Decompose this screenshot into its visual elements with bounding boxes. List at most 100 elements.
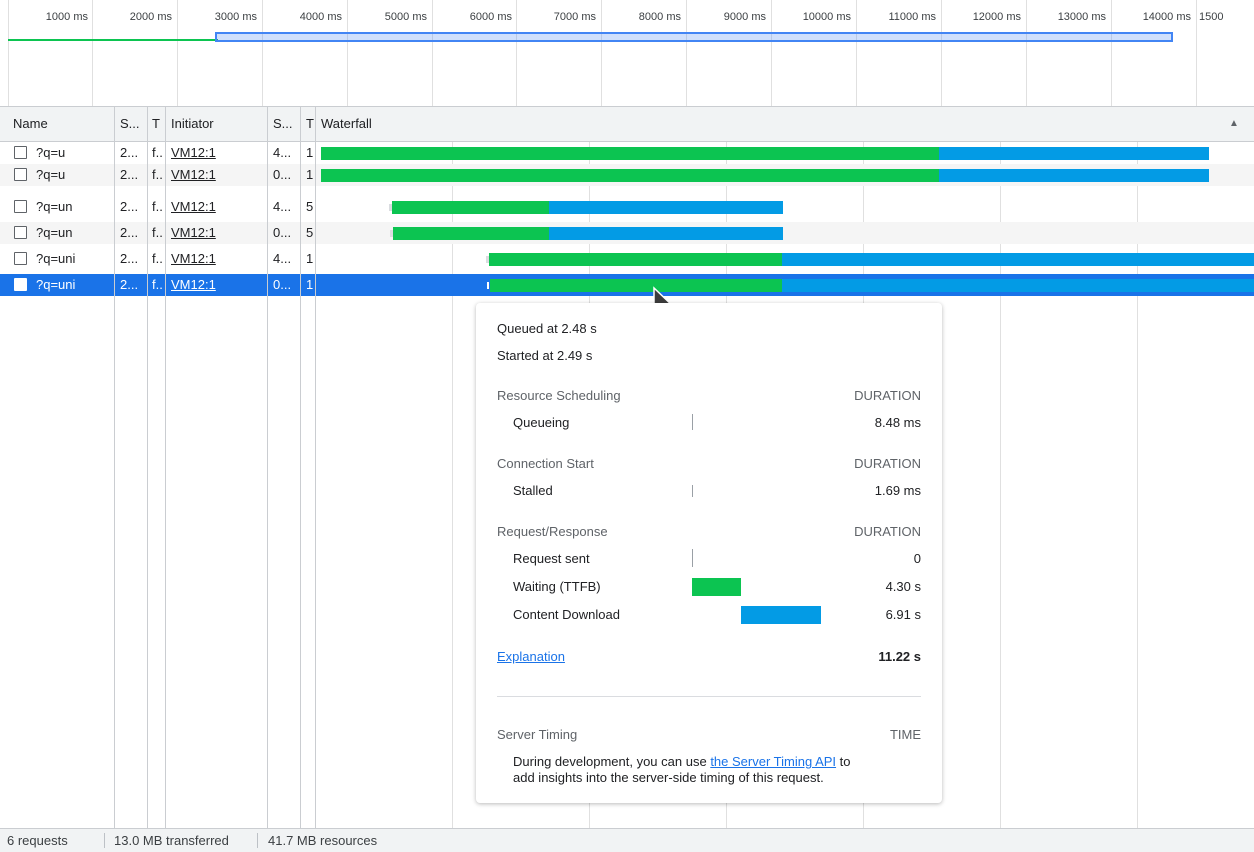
waiting-bar (489, 253, 782, 266)
column-header-status[interactable]: S... (120, 107, 146, 141)
initiator-link[interactable]: VM12:1 (171, 225, 216, 240)
server-timing-api-link[interactable]: the Server Timing API (710, 754, 836, 769)
status-bar: 6 requests 13.0 MB transferred 41.7 MB r… (0, 828, 1254, 852)
row-initiator[interactable]: VM12:1 (171, 196, 265, 218)
row-type: f... (152, 167, 164, 182)
row-size: 4... (273, 145, 292, 160)
download-bar (939, 169, 1209, 182)
row-checkbox[interactable] (14, 200, 27, 213)
row-name: ?q=u (36, 145, 66, 160)
download-duration-bar (741, 606, 821, 624)
row-status: 2... (120, 251, 139, 266)
triangle-up-icon[interactable]: ▲ (1229, 107, 1243, 141)
row-name: ?q=un (36, 199, 73, 214)
request-sent-marker (692, 549, 693, 567)
initiator-link[interactable]: VM12:1 (171, 277, 216, 292)
table-row[interactable]: ?q=un 2... f... VM12:1 4... 5 (0, 196, 1254, 218)
server-timing-time-header: TIME (889, 727, 921, 742)
overview-tick-label: 2000 ms (129, 11, 172, 23)
row-status: 2... (120, 277, 139, 292)
timing-tooltip: Queued at 2.48 s Started at 2.49 s Resou… (476, 303, 942, 803)
row-status: 2... (120, 145, 139, 160)
download-bar (549, 201, 783, 214)
row-size: 0... (273, 167, 292, 182)
timing-label-stalled: Stalled (513, 483, 553, 498)
column-divider[interactable] (300, 107, 301, 828)
column-header-initiator[interactable]: Initiator (171, 107, 265, 141)
server-timing-text-before: During development, you can use (513, 754, 707, 769)
waiting-duration-bar (692, 578, 741, 596)
table-row[interactable]: ?q=un 2... f... VM12:1 0... 5 (0, 222, 1254, 244)
duration-header: DURATION (854, 524, 921, 539)
waiting-bar (392, 201, 549, 214)
timing-value-stalled: 1.69 ms (874, 483, 921, 498)
initiator-link[interactable]: VM12:1 (171, 167, 216, 182)
row-status: 2... (120, 199, 139, 214)
explanation-link[interactable]: Explanation (497, 649, 565, 664)
request-count: 6 requests (7, 833, 68, 848)
section-title-request-response: Request/Response (497, 524, 608, 539)
row-checkbox[interactable] (14, 168, 27, 181)
table-row[interactable]: ?q=u 2... f... VM12:1 0... 1 (0, 164, 1254, 186)
column-divider[interactable] (315, 107, 316, 828)
column-divider[interactable] (114, 107, 115, 828)
row-checkbox[interactable] (14, 226, 27, 239)
overview-activity-line (8, 39, 218, 41)
waterfall-gridline (1000, 142, 1001, 828)
request-table-header: Name S... T Initiator S... T Waterfall ▲ (0, 107, 1254, 142)
duration-header: DURATION (854, 388, 921, 403)
row-type: f... (152, 199, 164, 214)
row-status: 2... (120, 225, 139, 240)
row-initiator[interactable]: VM12:1 (171, 248, 265, 270)
column-header-size[interactable]: S... (273, 107, 299, 141)
overview-tick-label: 9000 ms (723, 11, 766, 23)
overview-tick-label: 4000 ms (299, 11, 342, 23)
row-name: ?q=un (36, 225, 73, 240)
initiator-link[interactable]: VM12:1 (171, 199, 216, 214)
column-header-type[interactable]: T (152, 107, 164, 141)
row-initiator[interactable]: VM12:1 (171, 142, 265, 164)
row-type: f... (152, 277, 164, 292)
table-row[interactable]: ?q=uni 2... f... VM12:1 4... 1 (0, 248, 1254, 270)
row-size: 0... (273, 225, 292, 240)
overview-tick-label: 12000 ms (972, 11, 1021, 23)
timing-label-request-sent: Request sent (513, 551, 590, 566)
timing-value-waiting: 4.30 s (885, 579, 921, 594)
row-initiator[interactable]: VM12:1 (171, 164, 265, 186)
timing-label-waiting: Waiting (TTFB) (513, 579, 601, 594)
row-checkbox[interactable] (14, 146, 27, 159)
started-at-text: Started at 2.49 s (497, 348, 593, 363)
waiting-bar (321, 169, 939, 182)
column-divider[interactable] (165, 107, 166, 828)
status-divider (257, 833, 258, 848)
timing-label-queueing: Queueing (513, 415, 570, 430)
column-header-waterfall[interactable]: Waterfall (321, 107, 441, 141)
tooltip-divider (497, 696, 921, 697)
server-timing-description: During development, you can use the Serv… (513, 754, 851, 769)
overview-timeline[interactable]: 1000 ms 2000 ms 3000 ms 4000 ms 5000 ms … (0, 0, 1254, 107)
waiting-bar (393, 227, 549, 240)
download-bar (549, 227, 783, 240)
column-divider[interactable] (267, 107, 268, 828)
initiator-link[interactable]: VM12:1 (171, 251, 216, 266)
overview-tick-label: 13000 ms (1057, 11, 1106, 23)
row-type: f... (152, 251, 164, 266)
overview-tick-label: 11000 ms (888, 11, 937, 23)
table-row-selected[interactable]: ?q=uni 2... f... VM12:1 0... 1 (0, 274, 1254, 296)
timing-label-content-download: Content Download (513, 607, 620, 622)
row-checkbox[interactable] (14, 252, 27, 265)
column-divider[interactable] (147, 107, 148, 828)
overview-selection-window[interactable] (215, 32, 1173, 42)
timing-value-request-sent: 0 (913, 551, 921, 566)
row-checkbox[interactable] (14, 278, 27, 291)
row-type: f... (152, 145, 164, 160)
explanation-link-wrap[interactable]: Explanation (497, 649, 565, 664)
row-size: 0... (273, 277, 292, 292)
initiator-link[interactable]: VM12:1 (171, 145, 216, 160)
column-header-name[interactable]: Name (13, 107, 113, 141)
waterfall-gridline (1137, 142, 1138, 828)
server-timing-text-after: to (839, 754, 851, 769)
row-initiator[interactable]: VM12:1 (171, 222, 265, 244)
table-row[interactable]: ?q=u 2... f... VM12:1 4... 1 (0, 142, 1254, 164)
row-initiator[interactable]: VM12:1 (171, 274, 265, 296)
